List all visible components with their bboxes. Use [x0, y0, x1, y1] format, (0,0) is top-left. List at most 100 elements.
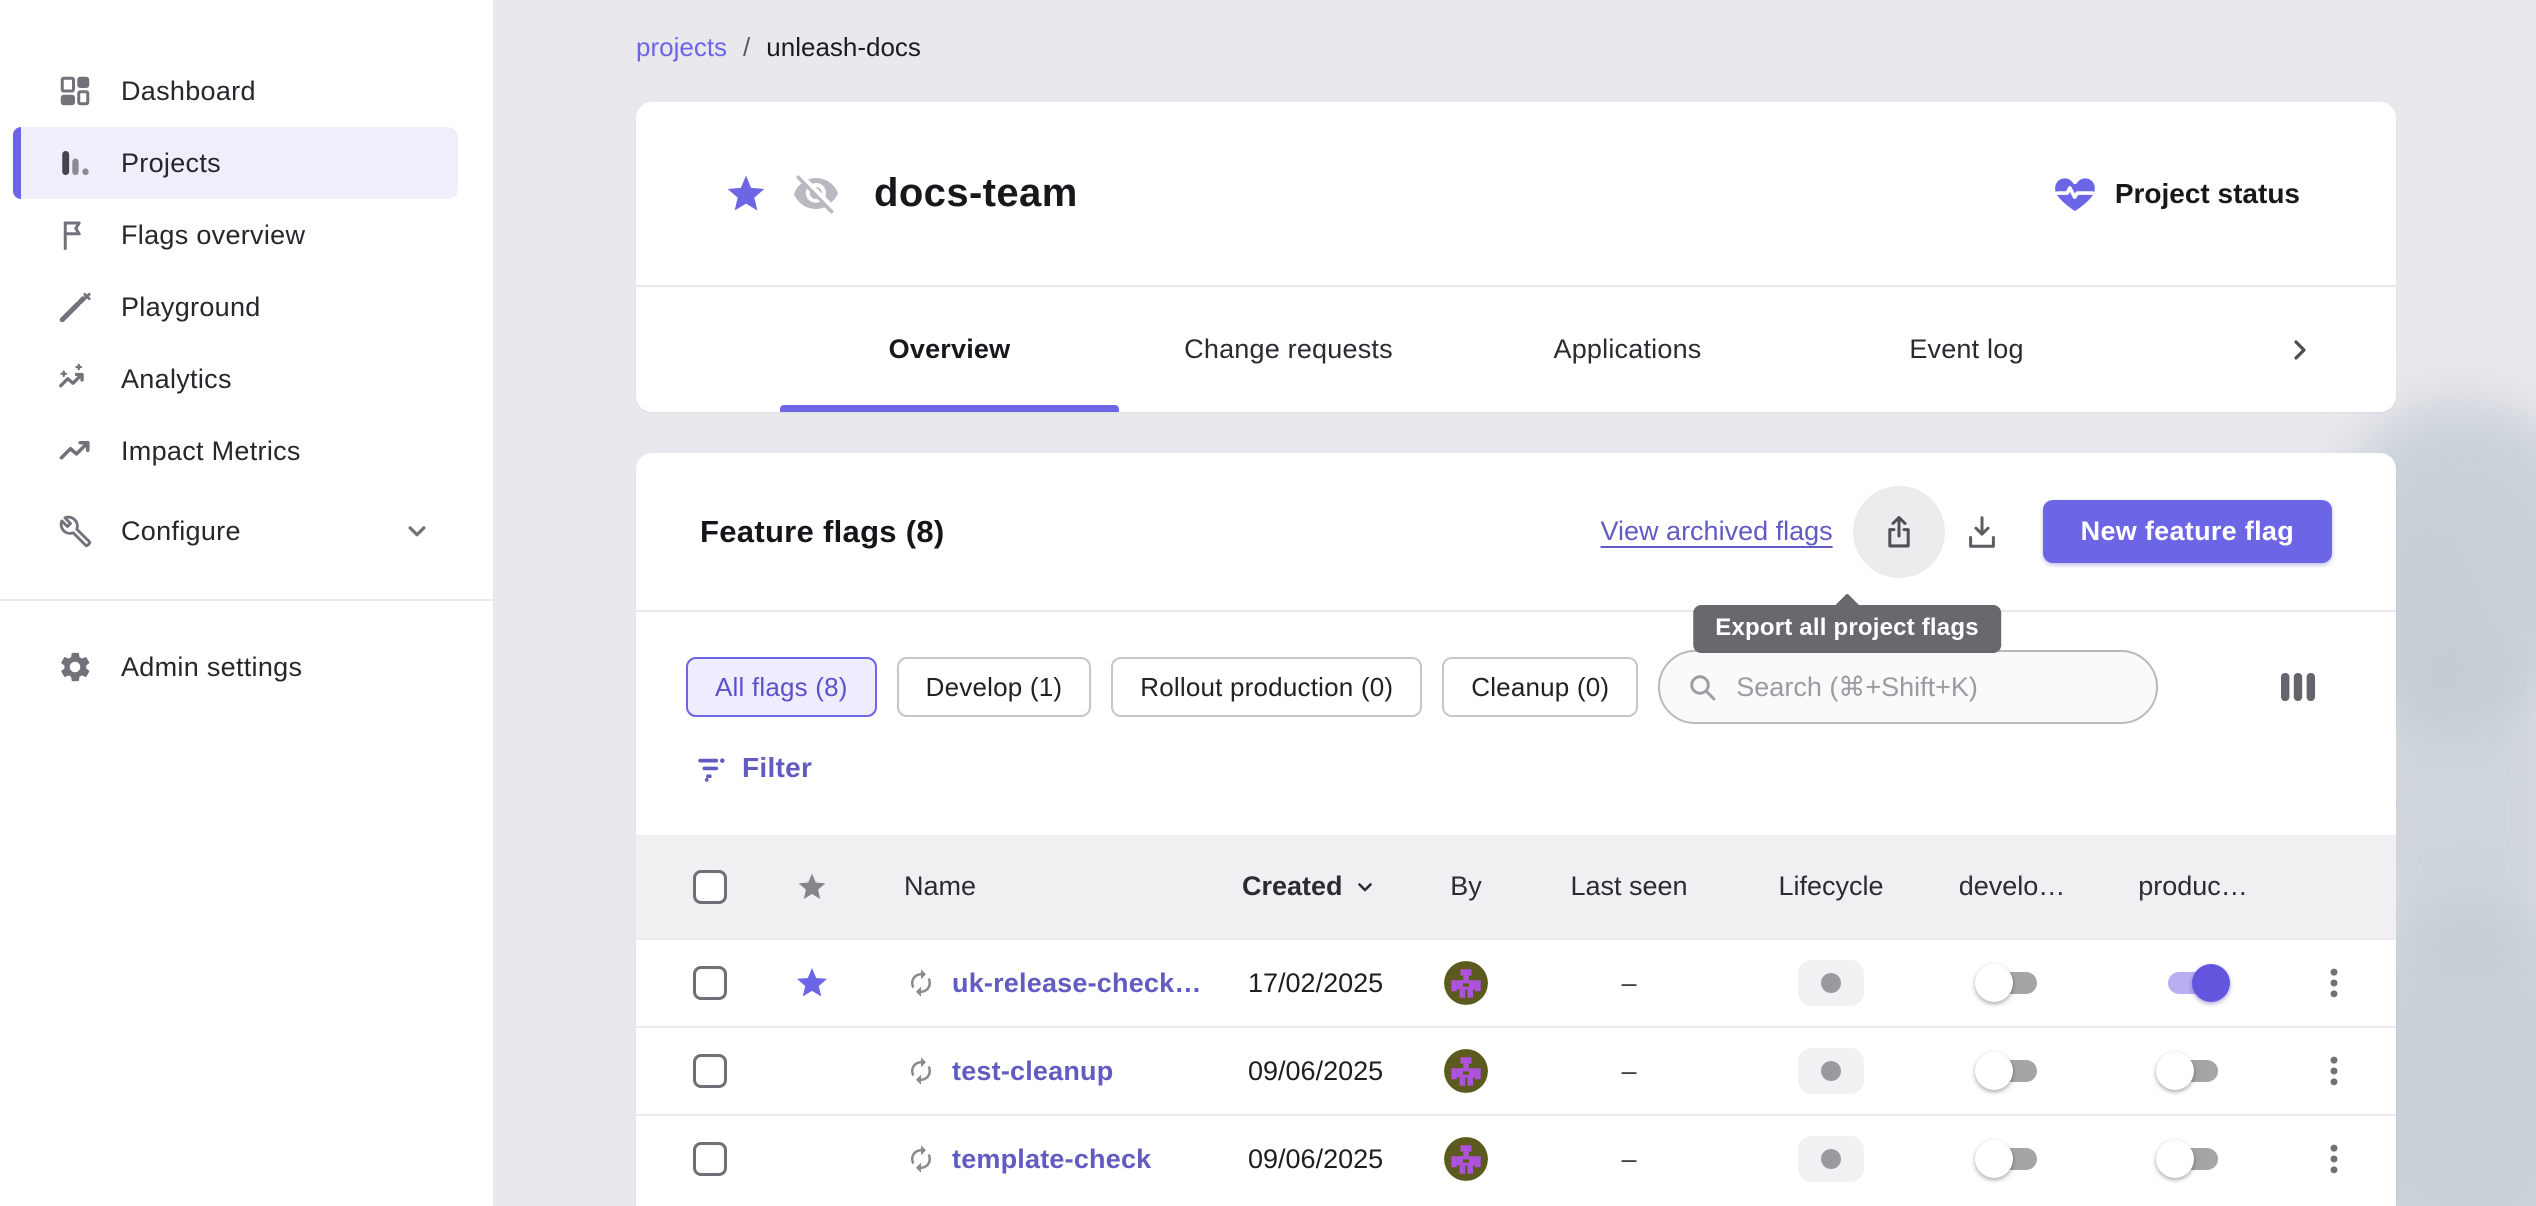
- search-icon: [1686, 671, 1718, 703]
- wand-icon: [57, 289, 93, 325]
- sidebar-item-flags-overview[interactable]: Flags overview: [13, 199, 458, 271]
- filter-icon: [694, 751, 728, 785]
- flag-icon: [57, 217, 93, 253]
- column-header-name[interactable]: Name: [840, 871, 1206, 902]
- breadcrumb: projects / unleash-docs: [636, 32, 921, 63]
- heart-pulse-icon: [2053, 172, 2097, 216]
- chip-rollout-production-0[interactable]: Rollout production (0): [1111, 657, 1422, 717]
- tabs-scroll-right-button[interactable]: [2284, 334, 2316, 366]
- table-row: test-cleanup 09/06/2025 –: [636, 1026, 2396, 1114]
- main-content: projects / unleash-docs docs-team Projec…: [493, 0, 2536, 1206]
- projects-icon: [57, 145, 93, 181]
- table-row: template-check 09/06/2025 –: [636, 1114, 2396, 1202]
- tab-event-log[interactable]: Event log: [1797, 334, 2136, 365]
- develop-environment-toggle[interactable]: [1975, 1047, 2049, 1095]
- production-environment-toggle[interactable]: [2156, 1135, 2230, 1183]
- flag-name-link[interactable]: uk-release-check…: [952, 968, 1202, 999]
- lifecycle-dot-icon: [1821, 1061, 1841, 1081]
- row-menu-button[interactable]: [2314, 1139, 2354, 1179]
- gear-icon: [57, 649, 93, 685]
- project-status-button[interactable]: Project status: [2053, 172, 2300, 216]
- search-input[interactable]: [1736, 672, 2136, 703]
- lifecycle-badge[interactable]: [1798, 1136, 1864, 1182]
- flag-name-link[interactable]: test-cleanup: [952, 1056, 1113, 1087]
- sidebar-item-configure[interactable]: Configure: [13, 495, 458, 567]
- filter-button[interactable]: Filter: [636, 746, 856, 790]
- flag-name-link[interactable]: template-check: [952, 1144, 1151, 1175]
- feature-flags-card: Feature flags (8) View archived flags Ne…: [636, 453, 2396, 1206]
- new-feature-flag-button[interactable]: New feature flag: [2043, 500, 2332, 563]
- lifecycle-sync-icon: [906, 968, 936, 998]
- tab-overview[interactable]: Overview: [780, 334, 1119, 365]
- sidebar-item-playground[interactable]: Playground: [13, 271, 458, 343]
- production-environment-toggle[interactable]: [2156, 1047, 2230, 1095]
- sidebar-nav: Dashboard Projects Flags overview Playgr…: [0, 0, 493, 567]
- flags-header: Feature flags (8) View archived flags Ne…: [636, 453, 2396, 610]
- lifecycle-badge[interactable]: [1798, 1048, 1864, 1094]
- project-card: docs-team Project status OverviewChange …: [636, 102, 2396, 412]
- lifecycle-badge[interactable]: [1798, 960, 1864, 1006]
- favorite-column-header-icon[interactable]: [784, 871, 840, 903]
- sidebar-item-dashboard[interactable]: Dashboard: [13, 55, 458, 127]
- creator-avatar[interactable]: [1444, 961, 1488, 1005]
- develop-environment-toggle[interactable]: [1975, 1135, 2049, 1183]
- lifecycle-dot-icon: [1821, 973, 1841, 993]
- eye-off-icon[interactable]: [792, 170, 840, 218]
- row-favorite-star-icon[interactable]: [794, 965, 830, 1001]
- trending-up-icon: [57, 433, 93, 469]
- row-checkbox[interactable]: [693, 966, 727, 1000]
- column-header-production[interactable]: produc…: [2114, 871, 2272, 902]
- project-title: docs-team: [874, 171, 1078, 216]
- breadcrumb-separator: /: [743, 32, 750, 63]
- lifecycle-sync-icon: [906, 1056, 936, 1086]
- columns-picker-button[interactable]: [2274, 663, 2322, 711]
- analytics-icon: [57, 361, 93, 397]
- wrench-icon: [57, 513, 93, 549]
- sidebar: Dashboard Projects Flags overview Playgr…: [0, 0, 493, 1206]
- chip-cleanup-0[interactable]: Cleanup (0): [1442, 657, 1638, 717]
- created-date: 17/02/2025: [1248, 968, 1383, 999]
- creator-avatar[interactable]: [1444, 1137, 1488, 1181]
- select-all-checkbox[interactable]: [693, 870, 727, 904]
- breadcrumb-projects-link[interactable]: projects: [636, 32, 727, 63]
- sidebar-item-projects[interactable]: Projects: [13, 127, 458, 199]
- created-date: 09/06/2025: [1248, 1144, 1383, 1175]
- favorite-star-icon[interactable]: [724, 172, 768, 216]
- chip-develop-1[interactable]: Develop (1): [897, 657, 1092, 717]
- tab-change-requests[interactable]: Change requests: [1119, 334, 1458, 365]
- breadcrumb-current: unleash-docs: [766, 32, 921, 63]
- export-flags-button[interactable]: [1853, 486, 1945, 578]
- column-header-created[interactable]: Created: [1206, 871, 1426, 902]
- last-seen-value: –: [1621, 1056, 1636, 1087]
- sidebar-item-impact-metrics[interactable]: Impact Metrics: [13, 415, 458, 487]
- column-header-develop[interactable]: develo…: [1910, 871, 2114, 902]
- creator-avatar[interactable]: [1444, 1049, 1488, 1093]
- flags-table: Name Created By Last seen Lifecycle deve…: [636, 835, 2396, 1202]
- table-row: uk-release-check… 17/02/2025 –: [636, 938, 2396, 1026]
- row-menu-button[interactable]: [2314, 963, 2354, 1003]
- table-header-row: Name Created By Last seen Lifecycle deve…: [636, 835, 2396, 938]
- column-header-by[interactable]: By: [1426, 871, 1506, 902]
- chevron-down-icon: [402, 516, 432, 546]
- active-tab-indicator: [780, 405, 1119, 412]
- lifecycle-dot-icon: [1821, 1149, 1841, 1169]
- develop-environment-toggle[interactable]: [1975, 959, 2049, 1007]
- column-header-lifecycle[interactable]: Lifecycle: [1752, 871, 1910, 902]
- tab-applications[interactable]: Applications: [1458, 334, 1797, 365]
- column-header-last-seen[interactable]: Last seen: [1506, 871, 1752, 902]
- row-checkbox[interactable]: [693, 1054, 727, 1088]
- flags-filter-bar: All flags (8) Develop (1) Rollout producti…: [636, 650, 2396, 724]
- sort-descending-icon: [1353, 875, 1377, 899]
- search-field[interactable]: [1658, 650, 2158, 724]
- project-tabs: OverviewChange requestsApplicationsEvent…: [636, 287, 2396, 412]
- import-flags-button[interactable]: [1947, 486, 2017, 578]
- sidebar-item-admin-settings[interactable]: Admin settings: [13, 631, 458, 703]
- row-checkbox[interactable]: [693, 1142, 727, 1176]
- sidebar-item-analytics[interactable]: Analytics: [13, 343, 458, 415]
- production-environment-toggle[interactable]: [2156, 959, 2230, 1007]
- view-archived-flags-link[interactable]: View archived flags: [1601, 516, 1833, 547]
- row-menu-button[interactable]: [2314, 1051, 2354, 1091]
- chip-all-flags-8[interactable]: All flags (8): [686, 657, 877, 717]
- last-seen-value: –: [1621, 1144, 1636, 1175]
- last-seen-value: –: [1621, 968, 1636, 999]
